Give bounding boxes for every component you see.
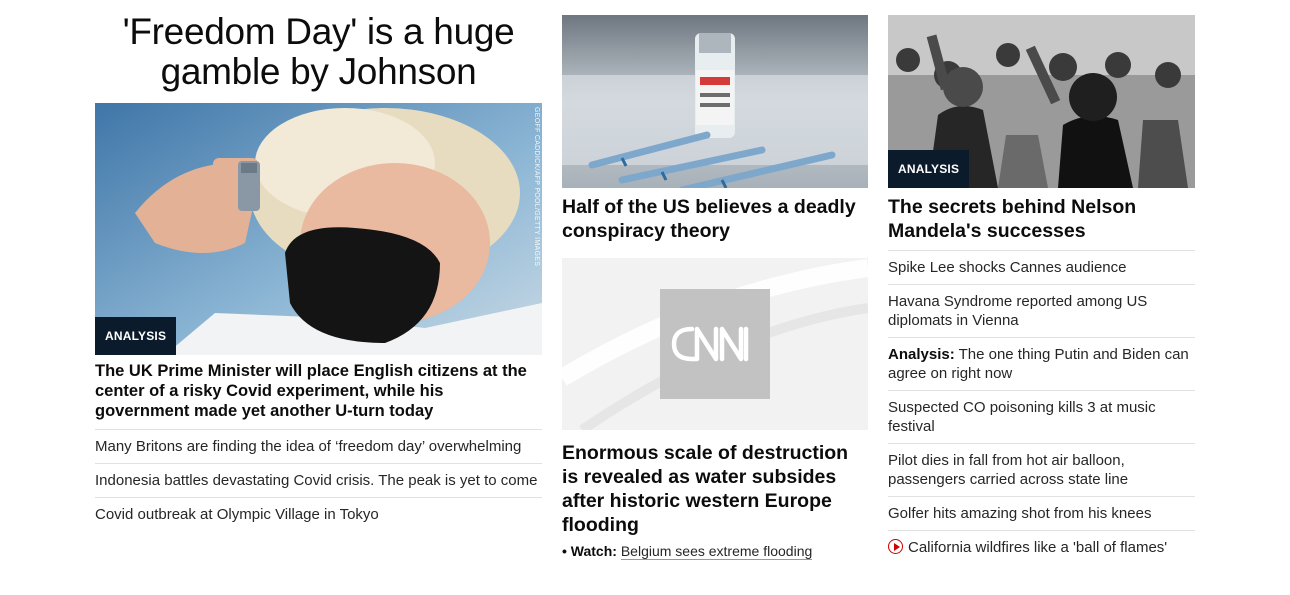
lead-story-title[interactable]: The UK Prime Minister will place English… bbox=[95, 361, 542, 421]
list-item[interactable]: Golfer hits amazing shot from his knees bbox=[888, 496, 1195, 530]
headlines-list: Spike Lee shocks Cannes audience Havana … bbox=[888, 250, 1195, 564]
vaccine-photo bbox=[562, 15, 868, 188]
lead-hero-image[interactable]: GEOFF CADDICK/AFP POOL/GETTY IMAGES ANAL… bbox=[95, 103, 542, 355]
vaccine-image[interactable] bbox=[562, 15, 868, 188]
watch-link[interactable]: • Watch: Belgium sees extreme flooding bbox=[562, 542, 813, 560]
watch-text[interactable]: Belgium sees extreme flooding bbox=[620, 543, 813, 560]
list-item-link[interactable]: Covid outbreak at Olympic Village in Tok… bbox=[95, 506, 379, 523]
photo-credit: GEOFF CADDICK/AFP POOL/GETTY IMAGES bbox=[533, 107, 540, 267]
list-item[interactable]: Many Britons are finding the idea of ‘fr… bbox=[95, 429, 542, 463]
analysis-prefix: Analysis: bbox=[888, 346, 955, 363]
mandela-image[interactable]: ANALYSIS bbox=[888, 15, 1195, 188]
list-item-link[interactable]: Many Britons are finding the idea of ‘fr… bbox=[95, 438, 521, 455]
watch-label: • Watch: bbox=[562, 543, 617, 559]
list-item-link[interactable]: Indonesia battles devastating Covid cris… bbox=[95, 472, 537, 489]
list-item[interactable]: Suspected CO poisoning kills 3 at music … bbox=[888, 390, 1195, 443]
list-item-text: California wildfires like a 'ball of fla… bbox=[908, 539, 1168, 556]
list-item[interactable]: Covid outbreak at Olympic Village in Tok… bbox=[95, 497, 542, 531]
list-item[interactable]: Spike Lee shocks Cannes audience bbox=[888, 250, 1195, 284]
list-item-link[interactable]: Analysis: The one thing Putin and Biden … bbox=[888, 346, 1189, 382]
flooding-image[interactable] bbox=[562, 258, 868, 430]
list-item-link[interactable]: Havana Syndrome reported among US diplom… bbox=[888, 293, 1147, 329]
mandela-story-title[interactable]: The secrets behind Nelson Mandela's succ… bbox=[888, 195, 1195, 243]
cnn-logo bbox=[660, 289, 770, 399]
list-item[interactable]: Analysis: The one thing Putin and Biden … bbox=[888, 337, 1195, 390]
list-item[interactable]: Havana Syndrome reported among US diplom… bbox=[888, 284, 1195, 337]
list-item[interactable]: Pilot dies in fall from hot air balloon,… bbox=[888, 443, 1195, 496]
play-video-icon bbox=[888, 539, 903, 554]
flooding-story-title[interactable]: Enormous scale of destruction is reveale… bbox=[562, 441, 868, 537]
list-item-link[interactable]: Pilot dies in fall from hot air balloon,… bbox=[888, 452, 1128, 488]
conspiracy-story-title[interactable]: Half of the US believes a deadly conspir… bbox=[562, 195, 868, 243]
list-item-link[interactable]: Golfer hits amazing shot from his knees bbox=[888, 505, 1151, 522]
list-item-link[interactable]: Suspected CO poisoning kills 3 at music … bbox=[888, 399, 1156, 435]
analysis-badge: ANALYSIS bbox=[95, 317, 177, 355]
cnn-logo-icon bbox=[671, 326, 749, 362]
lead-headline[interactable]: 'Freedom Day' is a huge gamble by Johnso… bbox=[95, 12, 542, 92]
analysis-badge: ANALYSIS bbox=[888, 150, 970, 188]
related-stories-list: Many Britons are finding the idea of ‘fr… bbox=[95, 429, 542, 531]
list-item-link[interactable]: Spike Lee shocks Cannes audience bbox=[888, 259, 1127, 276]
video-list-item-link[interactable]: California wildfires like a 'ball of fla… bbox=[888, 539, 1167, 556]
list-item[interactable]: California wildfires like a 'ball of fla… bbox=[888, 530, 1195, 564]
list-item[interactable]: Indonesia battles devastating Covid cris… bbox=[95, 463, 542, 497]
